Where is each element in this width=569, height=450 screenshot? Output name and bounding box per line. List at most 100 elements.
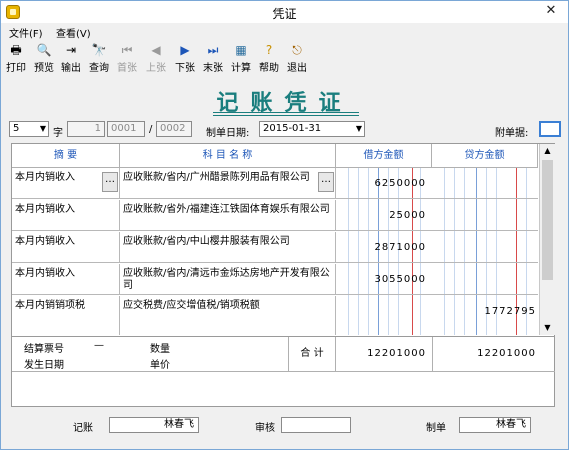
debit-amount: 2871000 [374, 242, 426, 253]
table-row[interactable]: 本月内销销项税 应交税费/应交增值税/销项税额 1772795 [12, 296, 538, 335]
grid-scrollbar[interactable]: ▲ ▼ [539, 144, 555, 335]
preview-icon: 🔍 [36, 43, 52, 57]
attachments-label: 附单据: [495, 128, 529, 139]
preview-button[interactable]: 🔍 预览 [31, 41, 57, 75]
calculate-label: 计算 [231, 63, 251, 74]
prev-label: 上张 [146, 63, 166, 74]
heading-underline-2 [213, 115, 359, 116]
total-debit: 12201000 [367, 348, 426, 359]
close-button[interactable]: ✕ [542, 3, 560, 19]
prev-button[interactable]: ◀ 上张 [143, 41, 169, 75]
debit-cell[interactable]: 25000 [336, 200, 432, 231]
credit-amount: 1772795 [484, 306, 536, 317]
credit-cell[interactable]: 1772795 [432, 296, 538, 327]
review-field[interactable] [281, 417, 351, 433]
query-button[interactable]: 🔭 查询 [86, 41, 112, 75]
first-label: 首张 [117, 63, 137, 74]
summary-ellipsis-button[interactable]: … [102, 172, 118, 192]
print-button[interactable]: 🖶 打印 [3, 41, 29, 75]
exit-icon: ⎋ [292, 43, 302, 57]
voucher-type-select[interactable]: 5 ▼ [9, 121, 49, 137]
attachments-field[interactable] [539, 121, 561, 137]
summary-cell[interactable]: 本月内销销项税 [12, 296, 120, 335]
debit-cell[interactable]: 3055000 [336, 264, 432, 295]
voucher-type-value: 5 [13, 123, 20, 134]
heading-underline [213, 112, 359, 113]
next-icon: ▶ [180, 43, 190, 57]
last-icon: ⏭ [207, 43, 219, 57]
account-cell[interactable]: 应收账款/省内/中山樱井服装有限公司 [120, 232, 336, 263]
exit-label: 退出 [287, 63, 307, 74]
credit-cell[interactable] [432, 264, 538, 295]
unit-price-label: 单价 [150, 360, 170, 371]
char-label: 字 [53, 128, 63, 139]
account-cell[interactable]: 应收账款/省内/清远市金烁达房地产开发有限公司 [120, 264, 336, 295]
chevron-down-icon: ▼ [355, 124, 362, 133]
debit-cell[interactable]: 6250000 [336, 168, 432, 199]
first-icon: ⏮ [121, 43, 133, 57]
totals-row: 结算票号 — 发生日期 数量 单价 合 计 12201000 12201000 [12, 336, 555, 372]
first-button[interactable]: ⏮ 首张 [114, 41, 140, 75]
table-row[interactable]: 本月内销收入 … 应收账款/省内/广州醋景陈列用品有限公司 … 6250000 [12, 168, 538, 199]
bookkeeper-field[interactable]: 林春飞 [109, 417, 199, 433]
calculate-button[interactable]: ▦ 计算 [228, 41, 254, 75]
export-button[interactable]: ⇥ 输出 [58, 41, 84, 75]
menu-bar: 文件(F) 查看(V) [1, 23, 568, 40]
window-title: 凭证 [272, 7, 297, 21]
last-label: 末张 [203, 63, 223, 74]
maker-field[interactable]: 林春飞 [459, 417, 531, 433]
scroll-down-icon[interactable]: ▼ [540, 321, 555, 335]
account-cell[interactable]: 应收账款/省外/福建连江铁固体育娱乐有限公司 [120, 200, 336, 231]
summary-cell[interactable]: 本月内销收入 [12, 200, 120, 231]
total-credit: 12201000 [477, 348, 536, 359]
printer-icon: 🖶 [10, 43, 22, 57]
last-button[interactable]: ⏭ 末张 [200, 41, 226, 75]
scroll-thumb[interactable] [542, 160, 553, 280]
title-bar: 凭证 ✕ [1, 1, 568, 23]
help-button[interactable]: ? 帮助 [256, 41, 282, 75]
next-button[interactable]: ▶ 下张 [172, 41, 198, 75]
date-picker[interactable]: 2015-01-31 ▼ [259, 121, 365, 137]
export-icon: ⇥ [65, 43, 77, 57]
debit-cell[interactable]: 2871000 [336, 232, 432, 263]
prev-icon: ◀ [151, 43, 161, 57]
summary-cell[interactable]: 本月内销收入 [12, 232, 120, 263]
review-label: 审核 [255, 423, 275, 434]
debit-amount: 25000 [389, 210, 426, 221]
col-debit-header: 借方金额 [336, 144, 432, 168]
voucher-grid: 摘 要 科 目 名 称 借方金额 贷方金额 本月内销收入 … 应收账款/省内/广… [11, 143, 555, 407]
debit-amount: 6250000 [374, 178, 426, 189]
scroll-up-icon[interactable]: ▲ [540, 144, 555, 158]
credit-cell[interactable] [432, 232, 538, 263]
help-label: 帮助 [259, 63, 279, 74]
credit-cell[interactable] [432, 200, 538, 231]
account-ellipsis-button[interactable]: … [318, 172, 334, 192]
menu-view[interactable]: 查看(V) [56, 25, 91, 40]
account-cell[interactable]: 应收账款/省内/广州醋景陈列用品有限公司 [120, 168, 336, 199]
print-label: 打印 [6, 63, 26, 74]
credit-cell[interactable] [432, 168, 538, 199]
date-value: 2015-01-31 [263, 123, 322, 134]
voucher-info-row: 5 ▼ 字 1 0001 / 0002 制单日期: 2015-01-31 ▼ 附… [1, 121, 568, 139]
voucher-window: 凭证 ✕ 文件(F) 查看(V) 🖶 打印 🔍 预览 ⇥ 输出 🔭 查询 ⏮ 首… [0, 0, 569, 450]
debit-cell[interactable] [336, 296, 432, 327]
table-row[interactable]: 本月内销收入 应收账款/省外/福建连江铁固体育娱乐有限公司 25000 [12, 200, 538, 231]
binoculars-icon: 🔭 [91, 43, 107, 57]
help-icon: ? [265, 43, 273, 57]
settle-number-label: 结算票号 [24, 344, 64, 355]
menu-file[interactable]: 文件(F) [9, 25, 43, 40]
col-credit-header: 贷方金额 [432, 144, 538, 168]
maker-label: 制单 [426, 423, 446, 434]
next-label: 下张 [175, 63, 195, 74]
table-row[interactable]: 本月内销收入 应收账款/省内/清远市金烁达房地产开发有限公司 3055000 [12, 264, 538, 295]
signature-bar: 记账 林春飞 审核 制单 林春飞 [1, 415, 568, 437]
account-cell[interactable]: 应交税费/应交增值税/销项税额 [120, 296, 336, 335]
voucher-number-field[interactable]: 0001 [107, 121, 145, 137]
summary-cell[interactable]: 本月内销收入 [12, 264, 120, 295]
exit-button[interactable]: ⎋ 退出 [284, 41, 310, 75]
voucher-seq-field[interactable]: 1 [67, 121, 105, 137]
table-row[interactable]: 本月内销收入 应收账款/省内/中山樱井服装有限公司 2871000 [12, 232, 538, 263]
bookkeeper-label: 记账 [73, 423, 93, 434]
date-label: 制单日期: [206, 128, 250, 139]
voucher-total-field[interactable]: 0002 [156, 121, 192, 137]
